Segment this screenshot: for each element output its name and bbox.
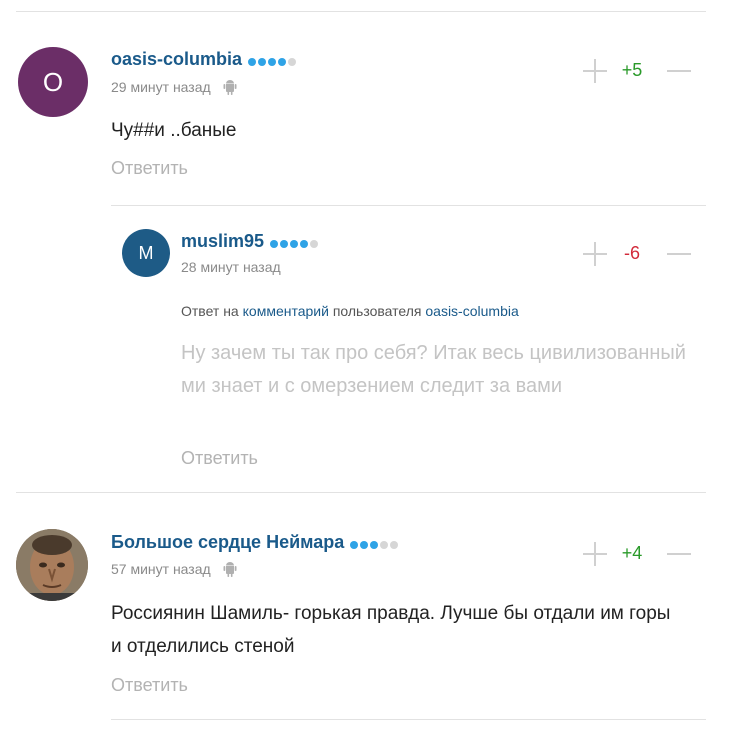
parent-user-link[interactable]: oasis-columbia bbox=[425, 303, 518, 319]
user-rating-dots bbox=[270, 232, 320, 253]
divider bbox=[16, 11, 706, 12]
downvote-button[interactable] bbox=[667, 242, 691, 266]
comment-username[interactable]: oasis-columbia bbox=[111, 49, 298, 71]
downvote-button[interactable] bbox=[667, 59, 691, 83]
comment-username[interactable]: muslim95 bbox=[181, 231, 320, 253]
reply-context: Ответ на комментарий пользователя oasis-… bbox=[181, 303, 519, 319]
comment-meta: 28 минут назад bbox=[181, 259, 281, 275]
user-rating-dots bbox=[248, 50, 298, 71]
android-icon bbox=[215, 561, 237, 577]
comment-score: +4 bbox=[621, 543, 643, 563]
android-icon bbox=[215, 79, 237, 95]
upvote-button[interactable] bbox=[583, 542, 607, 566]
comment-time: 57 минут назад bbox=[111, 561, 211, 577]
upvote-button[interactable] bbox=[583, 242, 607, 266]
avatar-letter: O bbox=[42, 66, 64, 97]
reply-context-middle: пользователя bbox=[332, 303, 422, 319]
comment-username[interactable]: Большое сердце Неймара bbox=[111, 532, 400, 554]
comment-score: +5 bbox=[621, 60, 643, 80]
comment-time: 29 минут назад bbox=[111, 79, 211, 95]
username-text: Большое сердце Неймара bbox=[111, 532, 345, 552]
reply-button[interactable]: Ответить bbox=[111, 158, 188, 179]
username-text: muslim95 bbox=[181, 231, 265, 251]
divider bbox=[16, 492, 706, 493]
avatar-photo[interactable] bbox=[16, 529, 88, 601]
avatar[interactable]: O bbox=[18, 47, 88, 117]
comment-time: 28 минут назад bbox=[181, 259, 281, 275]
reply-button[interactable]: Ответить bbox=[181, 448, 258, 469]
comment-meta: 57 минут назад bbox=[111, 561, 237, 577]
comment-text: Чу##и ..баные bbox=[111, 120, 237, 141]
reply-button[interactable]: Ответить bbox=[111, 675, 188, 696]
downvote-button[interactable] bbox=[667, 542, 691, 566]
avatar[interactable]: M bbox=[122, 229, 170, 277]
username-text: oasis-columbia bbox=[111, 49, 243, 69]
comment-score: -6 bbox=[623, 243, 640, 263]
comment-text: Россиянин Шамиль- горькая правда. Лучше … bbox=[111, 603, 671, 657]
comment-meta: 29 минут назад bbox=[111, 79, 237, 95]
divider bbox=[111, 719, 706, 720]
comment-text: Ну зачем ты так про себя? Итак весь циви… bbox=[181, 342, 686, 397]
avatar-letter: M bbox=[138, 242, 154, 263]
upvote-button[interactable] bbox=[583, 59, 607, 83]
divider bbox=[111, 205, 706, 206]
parent-comment-link[interactable]: комментарий bbox=[243, 303, 329, 319]
reply-context-prefix: Ответ на bbox=[181, 303, 239, 319]
user-rating-dots bbox=[350, 533, 400, 554]
